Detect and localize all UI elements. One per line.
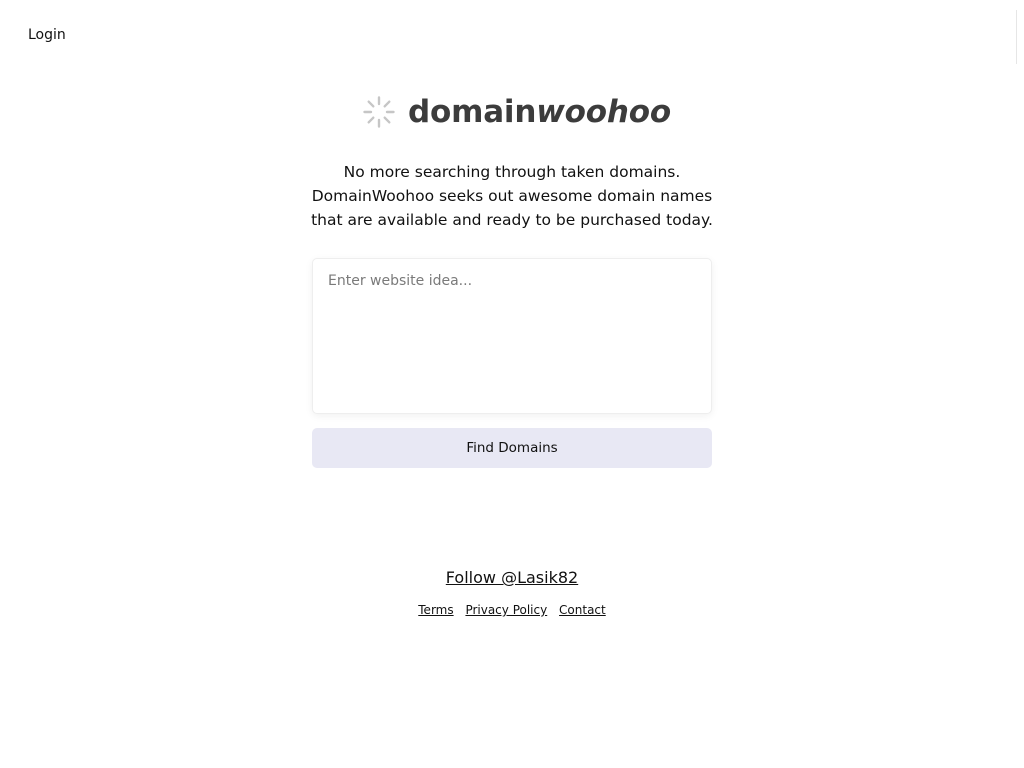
footer-links: Terms Privacy Policy Contact — [312, 603, 712, 617]
terms-link[interactable]: Terms — [418, 603, 453, 617]
find-domains-button[interactable]: Find Domains — [312, 428, 712, 468]
tagline-line-2: DomainWoohoo seeks out awesome domain na… — [311, 187, 713, 205]
tagline-line-3: that are available and ready to be purch… — [311, 211, 713, 229]
page: Login domainwoohoo No more searching thr… — [0, 0, 1024, 768]
follow-link[interactable]: Follow @Lasik82 — [446, 568, 578, 587]
contact-link[interactable]: Contact — [559, 603, 606, 617]
tagline-line-1: No more searching through taken domains. — [343, 163, 681, 181]
follow-section: Follow @Lasik82 — [312, 568, 712, 587]
logo-text-domain: domain — [408, 94, 537, 130]
privacy-policy-link[interactable]: Privacy Policy — [465, 603, 547, 617]
login-link[interactable]: Login — [28, 27, 66, 43]
tagline: No more searching through taken domains.… — [262, 160, 762, 232]
logo: domainwoohoo — [362, 92, 671, 132]
logo-text: domainwoohoo — [408, 94, 671, 130]
scrollbar-edge — [1016, 10, 1017, 64]
loading-spinner-icon — [363, 96, 395, 128]
website-idea-input[interactable] — [312, 258, 712, 414]
logo-text-woohoo: woohoo — [536, 94, 671, 130]
